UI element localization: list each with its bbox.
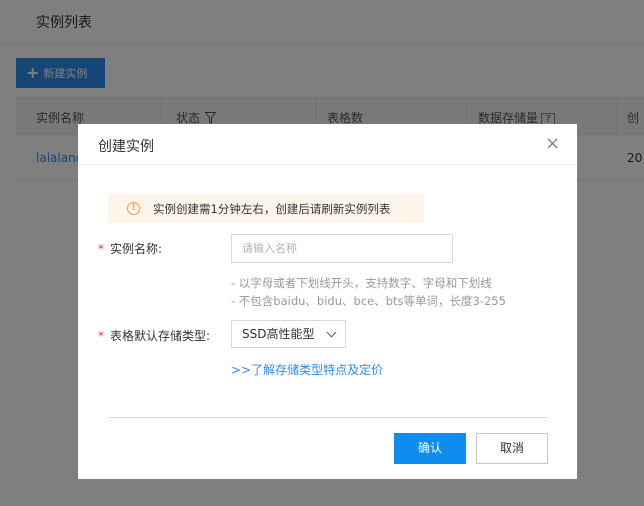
name-rule-hint: - 以字母或者下划线开头，支持数字、字母和下划线 [231,276,492,290]
required-mark: * [98,329,104,343]
dialog-title: 创建实例 [98,139,154,155]
notice-text: 实例创建需1分钟左右，创建后请刷新实例列表 [153,202,391,216]
close-icon[interactable]: × [545,133,560,154]
instance-name-input[interactable] [231,234,453,263]
notice-banner: ! 实例创建需1分钟左右，创建后请刷新实例列表 [108,194,424,223]
storage-type-label: * 表格默认存储类型: [98,327,210,344]
instance-name-label-text: 实例名称: [110,242,163,256]
warning-icon: ! [127,202,140,215]
storage-type-select[interactable]: SSD高性能型 [231,320,346,348]
cancel-button[interactable]: 取消 [476,433,548,464]
name-rule-hint: - 不包含baidu、bidu、bce、bts等单词，长度3-255 [231,294,506,308]
create-instance-dialog: 创建实例 × ! 实例创建需1分钟左右，创建后请刷新实例列表 * 实例名称: - … [78,124,577,479]
required-mark: * [98,242,104,256]
storage-type-value: SSD高性能型 [242,327,315,341]
chevron-down-icon [326,327,337,338]
footer-divider [108,417,548,418]
confirm-button[interactable]: 确认 [394,433,466,464]
instance-name-label: * 实例名称: [98,240,162,257]
header-divider [78,164,577,165]
storage-pricing-link[interactable]: >>了解存储类型特点及定价 [231,361,383,378]
storage-type-label-text: 表格默认存储类型: [110,329,211,343]
